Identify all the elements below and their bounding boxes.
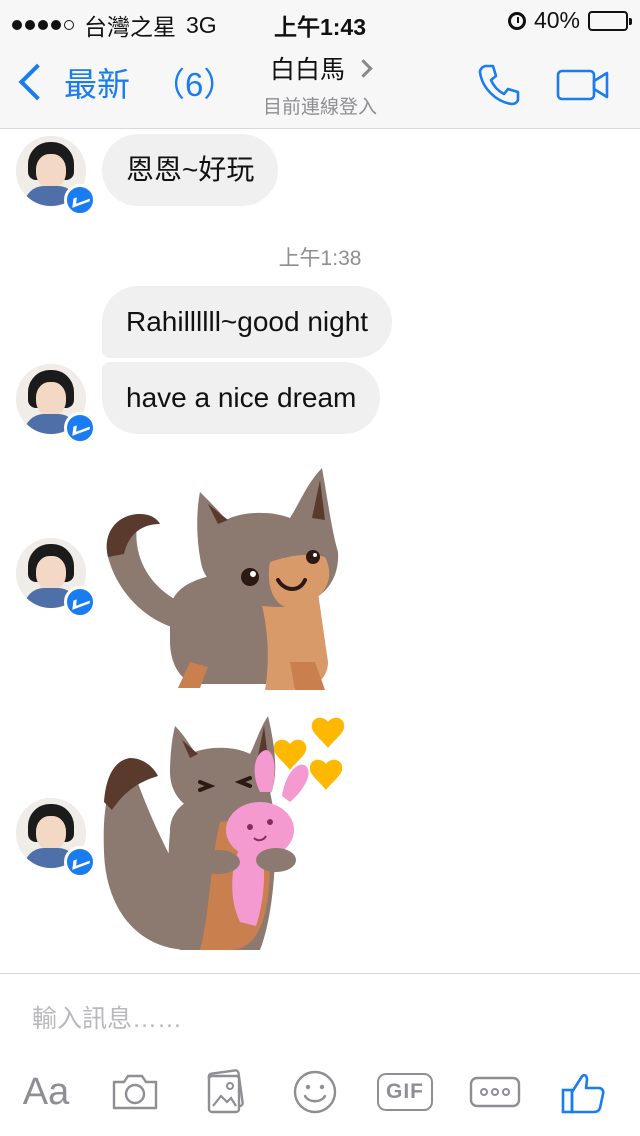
message-timestamp: 上午1:38	[278, 247, 362, 270]
message-input[interactable]	[30, 996, 594, 1042]
more-options-button[interactable]	[468, 1062, 522, 1122]
carrier-name: 台灣之星	[84, 14, 176, 40]
camera-icon	[112, 1074, 158, 1110]
camera-button[interactable]	[108, 1062, 162, 1122]
message-bubble[interactable]: 恩恩~好玩	[102, 134, 279, 206]
photo-gallery-icon	[207, 1069, 244, 1114]
gif-button[interactable]: GIF	[377, 1062, 433, 1122]
status-right: 40%	[507, 7, 632, 34]
signal-strength-icon	[12, 20, 74, 30]
smiley-icon	[293, 1070, 337, 1114]
messenger-badge-icon	[64, 184, 96, 216]
composer-divider	[0, 973, 640, 974]
message-bubble[interactable]: Rahillllll~good night	[102, 286, 393, 358]
back-button[interactable]: 最新 （6）	[14, 58, 236, 106]
contact-name-button[interactable]: 白白馬	[269, 50, 373, 86]
emoji-button[interactable]	[288, 1062, 342, 1122]
message-bubble[interactable]: have a nice dream	[102, 362, 381, 434]
like-button[interactable]	[556, 1062, 610, 1122]
gif-label: GIF	[377, 1073, 433, 1111]
contact-avatar[interactable]	[16, 136, 96, 216]
unread-count: （6）	[152, 66, 237, 103]
back-label: 最新	[64, 66, 130, 103]
thumbs-up-icon	[561, 1073, 605, 1114]
messenger-badge-icon	[64, 586, 96, 618]
photo-gallery-button[interactable]	[198, 1062, 252, 1122]
battery-percent: 40%	[533, 7, 580, 33]
messenger-badge-icon	[64, 846, 96, 878]
contact-avatar[interactable]	[16, 364, 96, 444]
more-icon	[469, 1076, 521, 1108]
alarm-icon	[507, 11, 526, 30]
contact-name: 白白馬	[269, 56, 345, 84]
contact-avatar[interactable]	[16, 538, 96, 618]
composer-toolbar: Aa GIF	[0, 1062, 640, 1122]
status-left: 台灣之星 3G	[12, 8, 217, 42]
conversation-header: 最新 （6） 白白馬 目前連線登入	[0, 40, 640, 129]
video-call-icon[interactable]	[556, 67, 610, 103]
chevron-left-icon	[18, 63, 56, 101]
battery-icon	[588, 10, 632, 31]
phone-call-icon[interactable]	[476, 62, 522, 108]
text-format-button[interactable]: Aa	[18, 1062, 74, 1122]
fox-sticker[interactable]	[100, 462, 350, 694]
fox-hug-sticker[interactable]	[100, 712, 350, 952]
chevron-right-icon	[354, 58, 373, 78]
messenger-badge-icon	[64, 412, 96, 444]
network-type: 3G	[186, 11, 217, 38]
contact-avatar[interactable]	[16, 798, 96, 878]
status-bar: 台灣之星 3G 上午1:43 40%	[0, 0, 640, 40]
